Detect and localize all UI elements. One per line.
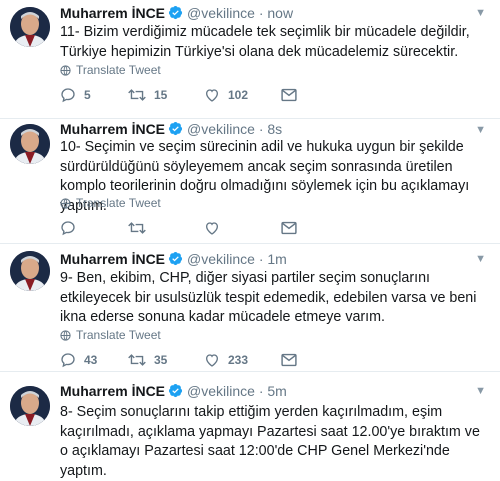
globe-icon bbox=[60, 64, 71, 76]
like-icon bbox=[205, 89, 219, 102]
tweet[interactable]: Muharrem İNCE @vekilince · 8s ▼ 10- Seçim… bbox=[0, 119, 500, 243]
tweet-header: Muharrem İNCE @vekilince · 1m bbox=[60, 251, 287, 269]
retweet-count: 35 bbox=[154, 353, 168, 367]
retweet-button[interactable]: 35 bbox=[128, 352, 204, 368]
reply-icon bbox=[61, 88, 75, 103]
author-handle[interactable]: @vekilince bbox=[187, 121, 255, 137]
translate-tweet-link[interactable]: Translate Tweet bbox=[60, 196, 161, 210]
reply-count: 43 bbox=[84, 353, 98, 367]
tweet-actions: 43 35 233 bbox=[60, 352, 305, 368]
reply-icon bbox=[61, 353, 75, 368]
verified-badge-icon bbox=[168, 5, 183, 23]
translate-label: Translate Tweet bbox=[76, 196, 161, 210]
like-button[interactable]: 233 bbox=[204, 352, 281, 368]
author-handle[interactable]: @vekilince bbox=[187, 251, 255, 267]
tweet-text: 11- Bizim verdiğimiz mücadele tek seçiml… bbox=[60, 24, 470, 60]
retweet-count: 15 bbox=[154, 88, 168, 102]
retweet-button[interactable]: 15 bbox=[128, 87, 204, 103]
avatar[interactable] bbox=[10, 386, 50, 426]
tweet-time[interactable]: · 5m bbox=[259, 383, 287, 399]
like-count: 233 bbox=[228, 353, 249, 367]
verified-badge-icon bbox=[168, 251, 183, 269]
author-handle[interactable]: @vekilince bbox=[187, 5, 255, 21]
avatar[interactable] bbox=[10, 124, 50, 164]
reply-button[interactable]: 43 bbox=[60, 352, 128, 368]
retweet-icon bbox=[128, 89, 146, 101]
like-button[interactable]: 102 bbox=[204, 87, 281, 103]
message-icon bbox=[281, 221, 297, 235]
translate-tweet-link[interactable]: Translate Tweet bbox=[60, 63, 161, 77]
tweet[interactable]: Muharrem İNCE @vekilince · now ▼ 11- Bizi… bbox=[0, 0, 500, 118]
reply-button[interactable] bbox=[60, 220, 128, 236]
reply-count: 5 bbox=[84, 88, 91, 102]
tweet-time[interactable]: · now bbox=[259, 5, 293, 21]
caret-down-icon[interactable]: ▼ bbox=[475, 253, 486, 265]
retweet-button[interactable] bbox=[128, 220, 204, 236]
caret-down-icon[interactable]: ▼ bbox=[475, 124, 486, 136]
author-name[interactable]: Muharrem İNCE bbox=[60, 383, 165, 399]
avatar[interactable] bbox=[10, 251, 50, 291]
tweet-text: 9- Ben, ekibim, CHP, diğer siyasi partil… bbox=[60, 270, 477, 325]
tweet[interactable]: Muharrem İNCE @vekilince · 1m ▼ 9- Ben, e… bbox=[0, 244, 500, 371]
tweet-header: Muharrem İNCE @vekilince · now bbox=[60, 5, 293, 23]
caret-down-icon[interactable]: ▼ bbox=[475, 385, 486, 397]
message-icon bbox=[281, 353, 297, 367]
author-handle[interactable]: @vekilince bbox=[187, 383, 255, 399]
tweet-header: Muharrem İNCE @vekilince · 5m bbox=[60, 383, 287, 401]
globe-icon bbox=[60, 197, 71, 209]
like-icon bbox=[205, 222, 219, 235]
retweet-icon bbox=[128, 354, 146, 366]
translate-label: Translate Tweet bbox=[76, 328, 161, 342]
verified-badge-icon bbox=[168, 383, 183, 401]
tweet-time[interactable]: · 1m bbox=[259, 251, 287, 267]
message-button[interactable] bbox=[281, 221, 305, 235]
tweet-time[interactable]: · 8s bbox=[259, 121, 282, 137]
like-count: 102 bbox=[228, 88, 249, 102]
tweet-text: 8- Seçim sonuçlarını takip ettiğim yerde… bbox=[60, 404, 480, 479]
caret-down-icon[interactable]: ▼ bbox=[475, 7, 486, 19]
verified-badge-icon bbox=[168, 121, 183, 139]
tweet-actions bbox=[60, 220, 305, 236]
author-name[interactable]: Muharrem İNCE bbox=[60, 251, 165, 267]
like-icon bbox=[205, 354, 219, 367]
translate-label: Translate Tweet bbox=[76, 63, 161, 77]
reply-button[interactable]: 5 bbox=[60, 87, 128, 103]
author-name[interactable]: Muharrem İNCE bbox=[60, 121, 165, 137]
message-button[interactable] bbox=[281, 353, 305, 367]
tweet-actions: 5 15 102 bbox=[60, 87, 305, 103]
tweet[interactable]: Muharrem İNCE @vekilince · 5m ▼ 8- Seçim … bbox=[0, 372, 500, 479]
retweet-icon bbox=[128, 222, 146, 234]
reply-icon bbox=[61, 221, 75, 236]
tweet-header: Muharrem İNCE @vekilince · 8s bbox=[60, 121, 282, 139]
message-icon bbox=[281, 88, 297, 102]
like-button[interactable] bbox=[204, 220, 281, 236]
translate-tweet-link[interactable]: Translate Tweet bbox=[60, 328, 161, 342]
globe-icon bbox=[60, 329, 71, 341]
author-name[interactable]: Muharrem İNCE bbox=[60, 5, 165, 21]
avatar[interactable] bbox=[10, 7, 50, 47]
message-button[interactable] bbox=[281, 88, 305, 102]
